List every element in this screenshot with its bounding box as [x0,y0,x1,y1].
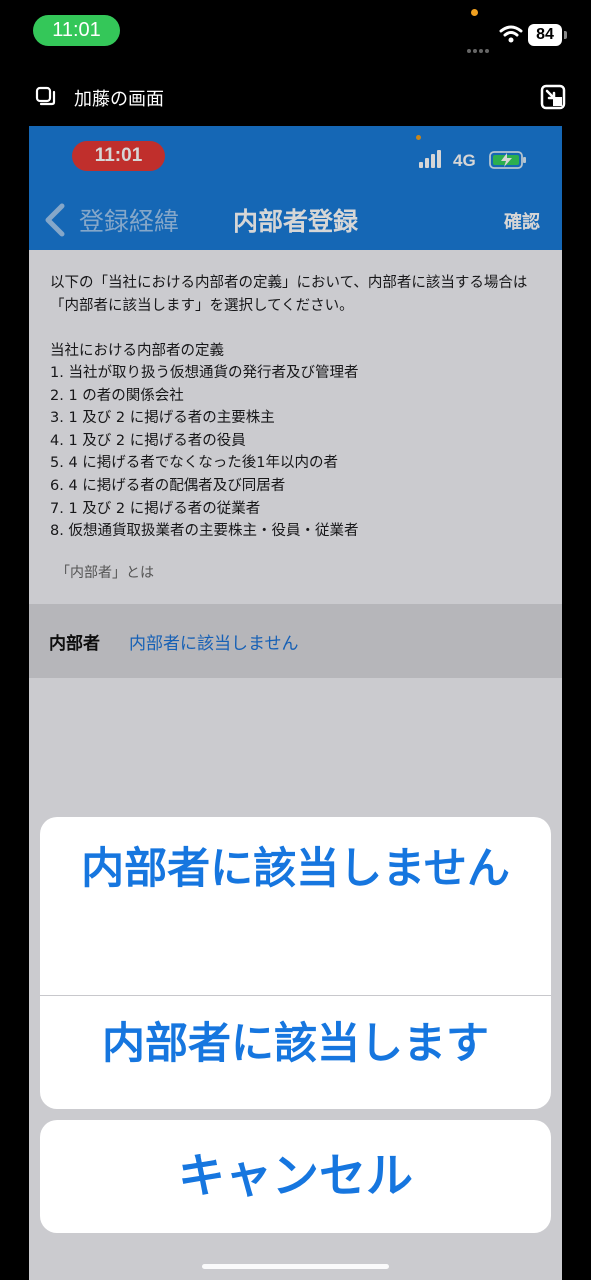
privacy-indicator-dot [471,9,478,16]
shared-phone-screen: 11:01 4G 登録経緯 内部者登録 確認 以下の「当社における内部者の定義」… [29,126,562,1280]
option-not-applicable-button[interactable]: 内部者に該当しません [40,837,551,967]
fullscreen-icon[interactable] [540,84,566,110]
action-sheet: 内部者に該当しません 内部者に該当します [40,817,551,1109]
signal-icon [467,38,491,57]
wifi-icon [499,25,523,43]
cancel-button-label: キャンセル [178,1149,413,1204]
screen-share-title: 加藤の画面 [74,89,164,110]
action-sheet-divider [40,995,551,996]
status-time-pill: 11:01 [33,15,120,46]
battery-indicator: 84 [528,24,567,46]
screen-share-header: 加藤の画面 [0,76,591,118]
home-indicator[interactable] [202,1264,389,1269]
device-status-bar: 11:01 84 [0,0,591,62]
cancel-button[interactable]: キャンセル [40,1120,551,1233]
option-applicable-button[interactable]: 内部者に該当します [40,1012,551,1076]
screen-share-icon[interactable] [34,86,56,108]
